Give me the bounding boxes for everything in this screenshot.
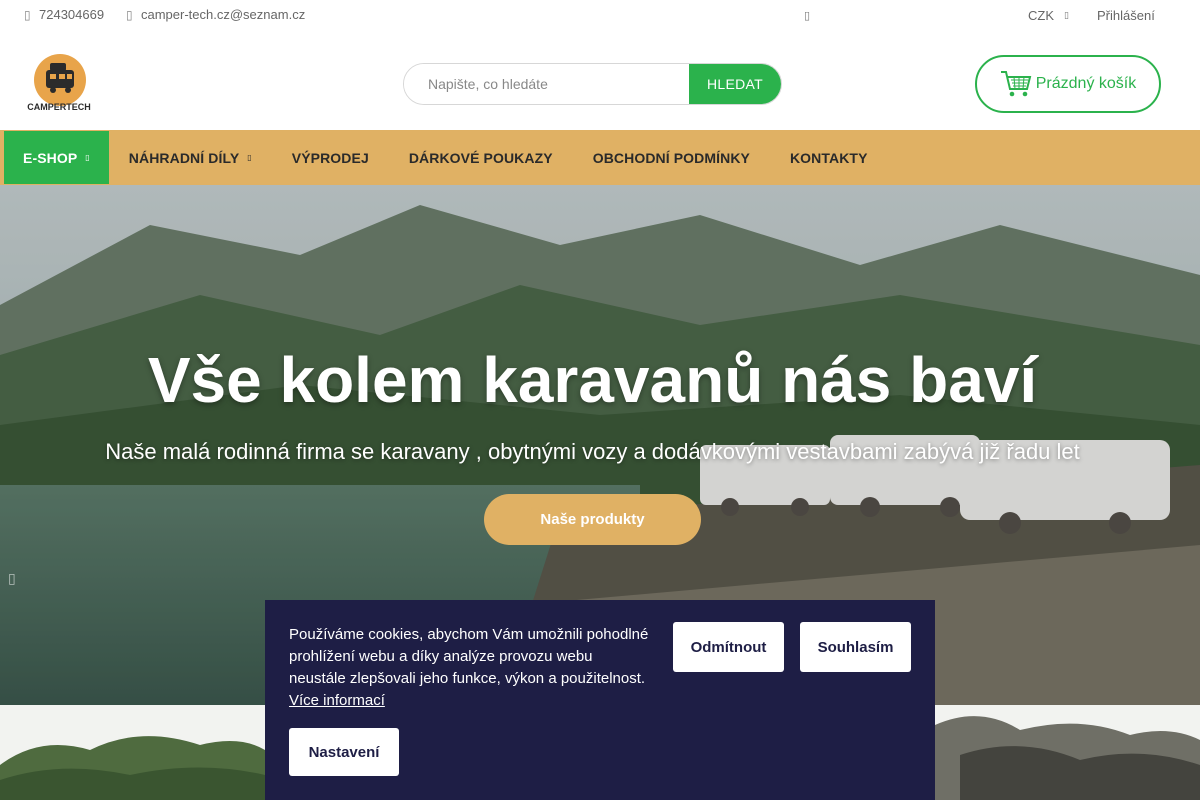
nav-item-label: OBCHODNÍ PODMÍNKY [592,149,750,166]
nav-item-obchodni-podminky[interactable]: OBCHODNÍ PODMÍNKY [573,130,770,185]
email-contact[interactable]: ▯ camper-tech.cz@seznam.cz [126,7,305,22]
nav-item-label: VÝPRODEJ [291,149,369,166]
campertech-logo-icon: CAMPERTECH [27,54,91,112]
nav-item-label: DÁRKOVÉ POUKAZY [408,149,553,166]
nav-item-label: E-SHOP [23,149,78,166]
cookie-settings-button[interactable]: Nastavení [289,728,399,776]
currency-selector[interactable]: CZK ▯ [1028,8,1069,23]
cookie-message: Používáme cookies, abychom Vám umožnili … [289,626,649,687]
nav-item-nahradni-dily[interactable]: NÁHRADNÍ DÍLY ▯ [109,130,272,185]
currency-label: CZK [1028,8,1054,23]
cookie-banner: Používáme cookies, abychom Vám umožnili … [265,600,935,800]
shopping-cart-icon [1000,71,1032,97]
phone-number[interactable]: 724304669 [39,7,104,22]
hero-subtitle: Naše malá rodinná firma se karavany , ob… [105,439,1080,464]
hero-title: Vše kolem karavanů nás baví [147,344,1038,416]
logo[interactable]: CAMPERTECH [24,52,94,114]
search-input[interactable] [404,64,689,104]
logo-text: CAMPERTECH [27,102,91,112]
nav-item-vyprodej[interactable]: VÝPRODEJ [272,130,389,185]
search-box: HLEDAT [403,63,782,105]
nav-item-label: KONTAKTY [789,149,868,166]
cookie-text-block: Používáme cookies, abychom Vám umožnili … [289,624,649,712]
nav-item-label: NÁHRADNÍ DÍLY [128,149,240,166]
chevron-down-icon: ▯ [85,153,90,162]
cookie-decline-button[interactable]: Odmítnout [673,622,784,672]
email-address[interactable]: camper-tech.cz@seznam.cz [141,7,305,22]
chevron-down-icon: ▯ [247,153,252,162]
mail-icon: ▯ [126,7,133,22]
top-bar: ▯ 724304669 ▯ camper-tech.cz@seznam.cz ▯… [0,0,1200,32]
search-button[interactable]: HLEDAT [689,64,781,104]
facebook-icon[interactable]: ▯ [804,9,810,22]
cookie-more-info-link[interactable]: Více informací [289,692,385,709]
nav-item-eshop[interactable]: E-SHOP ▯ [4,131,109,184]
chevron-down-icon: ▯ [1064,10,1069,20]
phone-contact[interactable]: ▯ 724304669 [24,7,104,22]
products-button[interactable]: Naše produkty [484,494,701,545]
slider-prev-icon[interactable]: ▯ [8,570,16,587]
cookie-accept-button[interactable]: Souhlasím [800,622,911,672]
cart-label: Prázdný košík [1035,75,1137,92]
main-nav: E-SHOP ▯ NÁHRADNÍ DÍLY ▯ VÝPRODEJ DÁRKOV… [0,130,1200,185]
nav-item-kontakty[interactable]: KONTAKTY [770,130,888,185]
login-link[interactable]: Přihlášení [1097,8,1155,23]
cart-button[interactable]: Prázdný košík [975,55,1161,113]
phone-icon: ▯ [24,7,31,22]
nav-item-darkove-poukazy[interactable]: DÁRKOVÉ POUKAZY [389,130,573,185]
